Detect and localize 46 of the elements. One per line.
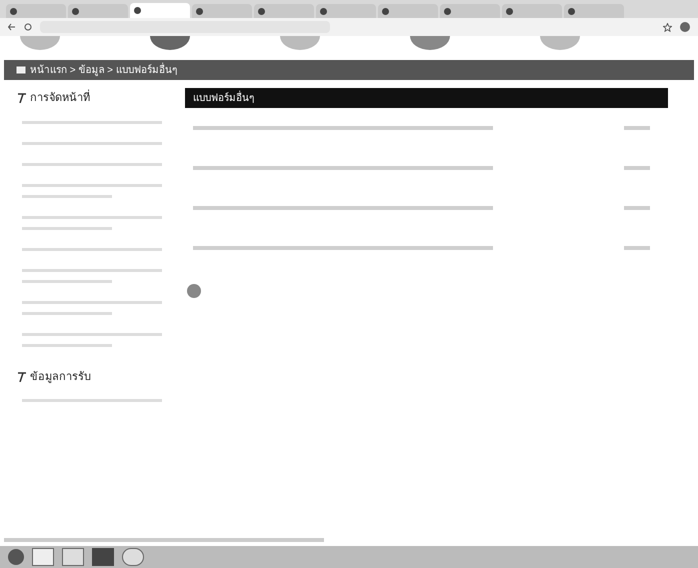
browser-tab[interactable] bbox=[564, 4, 624, 18]
favicon-icon bbox=[382, 8, 389, 14]
document-link[interactable] bbox=[193, 126, 493, 130]
browser-tab[interactable] bbox=[192, 4, 252, 18]
start-icon[interactable] bbox=[8, 549, 24, 565]
favicon-icon bbox=[320, 8, 327, 14]
breadcrumb: หน้าแรก > ข้อมูล > แบบฟอร์มอื่นๆ bbox=[30, 62, 177, 78]
star-icon[interactable] bbox=[663, 22, 672, 32]
favicon-icon bbox=[258, 8, 265, 14]
browser-tab[interactable] bbox=[502, 4, 562, 18]
download-link[interactable] bbox=[624, 206, 650, 210]
back-icon[interactable] bbox=[8, 23, 16, 31]
circle-icon bbox=[187, 284, 201, 298]
browser-tab[interactable] bbox=[378, 4, 438, 18]
favicon-icon bbox=[196, 8, 203, 14]
favicon-icon bbox=[444, 8, 451, 14]
header-ornament-icon bbox=[540, 36, 580, 50]
document-link[interactable] bbox=[193, 166, 493, 170]
header-ornament-icon bbox=[150, 36, 190, 50]
reload-icon[interactable] bbox=[24, 23, 32, 31]
document-link[interactable] bbox=[193, 206, 493, 210]
taskbar-app[interactable] bbox=[62, 548, 84, 566]
header-ornament-icon bbox=[280, 36, 320, 50]
download-link[interactable] bbox=[624, 126, 650, 130]
download-link[interactable] bbox=[624, 246, 650, 250]
profile-icon[interactable] bbox=[680, 22, 690, 32]
section-title: ข้อมูลการรับ bbox=[30, 370, 91, 385]
taskbar-app[interactable] bbox=[32, 548, 54, 566]
favicon-icon bbox=[72, 8, 79, 14]
browser-tab[interactable] bbox=[254, 4, 314, 18]
taskbar-app[interactable] bbox=[122, 548, 144, 566]
favicon-icon bbox=[10, 8, 17, 14]
browser-tab[interactable] bbox=[440, 4, 500, 18]
favicon-icon bbox=[134, 7, 141, 14]
browser-tab[interactable] bbox=[130, 3, 190, 18]
browser-tab[interactable] bbox=[6, 4, 66, 18]
header-ornament-icon bbox=[410, 36, 450, 50]
download-link[interactable] bbox=[624, 166, 650, 170]
panel-title: แบบฟอร์มอื่นๆ bbox=[193, 90, 254, 106]
document-link[interactable] bbox=[193, 246, 493, 250]
browser-tab[interactable] bbox=[316, 4, 376, 18]
header-ornament-icon bbox=[20, 36, 60, 50]
favicon-icon bbox=[506, 8, 513, 14]
browser-tab[interactable] bbox=[68, 4, 128, 18]
section-title: การจัดหน้าที่ bbox=[30, 90, 90, 106]
favicon-icon bbox=[568, 8, 575, 14]
